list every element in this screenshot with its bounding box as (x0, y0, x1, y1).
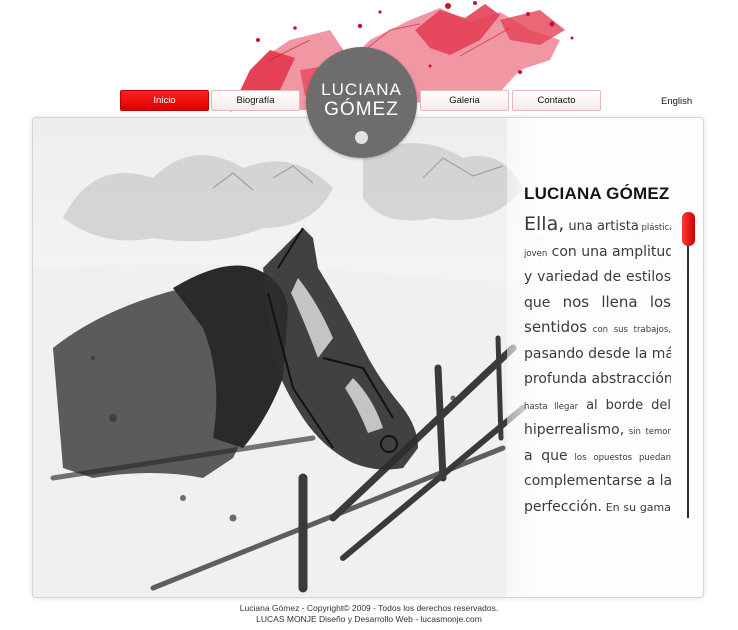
bio-word-group: joven (524, 248, 548, 259)
language-english-link[interactable]: English (661, 96, 692, 107)
bio-word-group: profunda abstracción, (524, 371, 671, 387)
bio-word-group: plástica (638, 223, 671, 233)
bio-line: profunda abstracción, (524, 365, 671, 391)
bio-line: sentidos con sus trabajos, (524, 314, 671, 340)
bio-word-group: con sus trabajos, (587, 325, 671, 335)
bio-word-group: con una amplitud (547, 243, 671, 260)
bio-panel: LUCIANA GÓMEZ Ella, una artista plástica… (507, 118, 703, 597)
bio-line: pasando desde la más (524, 340, 671, 366)
bio-word-group: hasta llegar (524, 401, 579, 412)
developer-credit-link[interactable]: LUCAS MONJE Diseño y Desarrollo Web - lu… (0, 614, 738, 625)
bio-word-group: perfección. (524, 498, 602, 515)
bio-line: y variedad de estilos (524, 263, 671, 289)
bio-word-group: y variedad de estilos (524, 269, 671, 285)
nav-galeria-button[interactable]: Galeria (420, 90, 509, 111)
bio-title: LUCIANA GÓMEZ (524, 184, 670, 203)
bio-word-group: pasando desde la más (524, 345, 671, 362)
nav-contacto-button[interactable]: Contacto (512, 90, 601, 111)
bio-line: joven con una amplitud (524, 238, 671, 264)
copyright-text: Luciana Gómez - Copyright© 2009 - Todos … (239, 603, 499, 613)
bio-text[interactable]: Ella, una artista plástica joven con una … (524, 212, 671, 514)
bio-line: hiperrealismo, sin temor (524, 416, 671, 442)
bio-scrollbar-track[interactable] (687, 218, 689, 518)
bio-word-group: que (524, 294, 551, 311)
bio-word-group: En su gama (601, 500, 671, 514)
bio-word-group: hiperrealismo, (524, 422, 625, 438)
bio-line: a que los opuestos puedan (524, 442, 671, 468)
bio-word-group: sentidos (524, 318, 588, 336)
bio-word-group: nos llena los (550, 292, 671, 311)
logo-first-name: LUCIANA (321, 80, 402, 99)
bio-word-group: los opuestos puedan (567, 452, 671, 463)
logo-last-name: GÓMEZ (324, 99, 399, 120)
nav-biografia-button[interactable]: Biografía (211, 90, 300, 111)
bio-line: perfección. En su gama (524, 493, 671, 515)
site-logo[interactable]: LUCIANA GÓMEZ (306, 47, 417, 158)
bio-word-group: a que (524, 447, 568, 464)
bio-line: que nos llena los (524, 289, 671, 315)
bio-line: complementarse a la (524, 467, 671, 493)
bio-line: Ella, una artista plástica (524, 212, 671, 238)
bio-word-group: al borde del (578, 397, 671, 413)
logo-dot (355, 131, 368, 144)
bio-scrollbar-thumb[interactable] (682, 212, 695, 246)
bio-line: hasta llegar al borde del (524, 391, 671, 417)
bio-word-group: sin temor (624, 427, 671, 437)
nav-inicio-button[interactable]: Inicio (120, 90, 209, 111)
bio-word-group: Ella, (524, 213, 565, 235)
bio-word-group: una artista (564, 219, 639, 234)
main-content-frame: LUCIANA GÓMEZ Ella, una artista plástica… (32, 117, 704, 598)
page-footer: Luciana Gómez - Copyright© 2009 - Todos … (0, 603, 738, 625)
bio-word-group: complementarse a la (524, 473, 671, 489)
